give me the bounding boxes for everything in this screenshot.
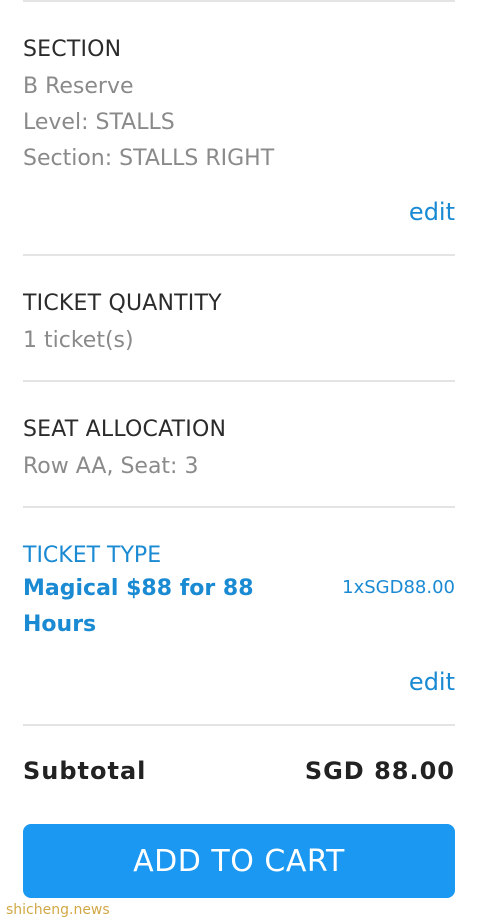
ticket-type-price: 1xSGD88.00: [342, 577, 455, 598]
subtotal-label: Subtotal: [23, 757, 147, 785]
quantity-divider: [23, 380, 455, 382]
section-heading: SECTION: [23, 37, 122, 62]
section-edit-link[interactable]: edit: [409, 198, 455, 226]
quantity-value: 1 ticket(s): [23, 328, 134, 353]
ticket-type-edit-link[interactable]: edit: [409, 668, 455, 696]
seat-value: Row AA, Seat: 3: [23, 454, 199, 479]
section-name: B Reserve: [23, 74, 134, 99]
ticket-type-heading: TICKET TYPE: [23, 543, 162, 568]
section-divider: [23, 254, 455, 256]
section-level: Level: STALLS: [23, 110, 175, 135]
add-to-cart-button[interactable]: ADD TO CART: [23, 824, 455, 898]
ticket-type-divider: [23, 724, 455, 726]
seat-heading: SEAT ALLOCATION: [23, 417, 227, 442]
top-divider: [23, 0, 455, 2]
watermark: shicheng.news: [6, 902, 110, 918]
quantity-heading: TICKET QUANTITY: [23, 291, 222, 316]
section-detail: Section: STALLS RIGHT: [23, 146, 275, 171]
seat-divider: [23, 506, 455, 508]
ticket-type-name: Magical $88 for 88 Hours: [23, 576, 254, 637]
subtotal-value: SGD 88.00: [304, 757, 455, 785]
